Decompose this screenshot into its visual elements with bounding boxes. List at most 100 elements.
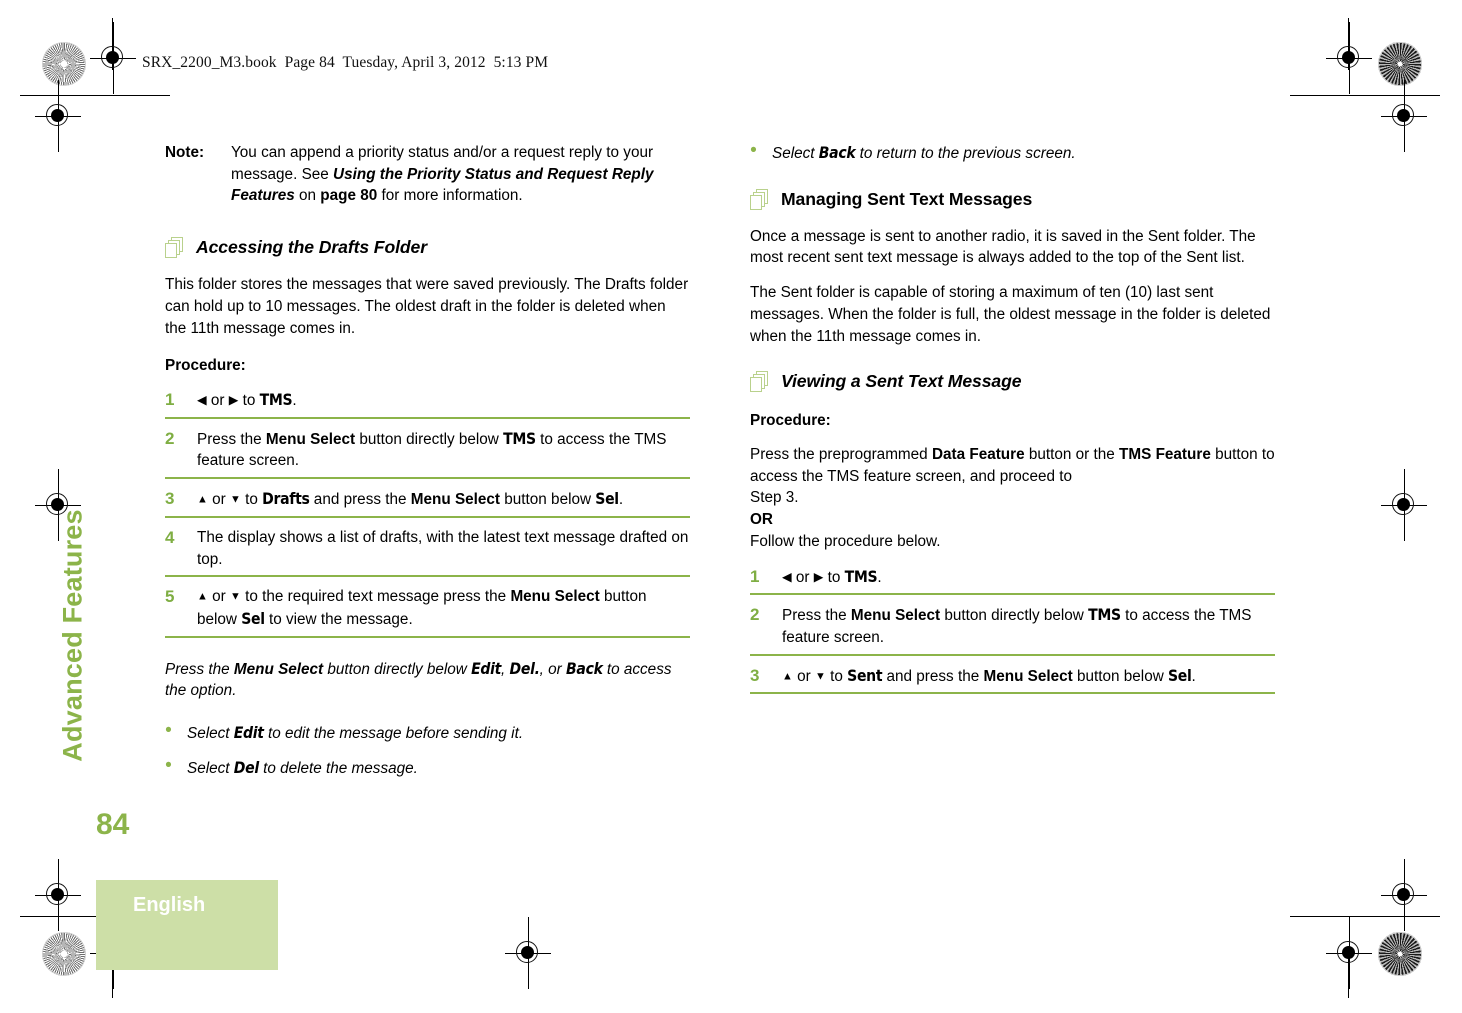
step-number: 2	[165, 428, 175, 448]
step-text-1: Press the	[782, 607, 851, 625]
step-text-2: .	[292, 392, 297, 409]
step-text-3: to view the message.	[264, 611, 413, 629]
left-column: Note: You can append a priority status a…	[165, 142, 690, 792]
button-name-menu-select: Menu Select	[850, 607, 941, 625]
registration-mark-bottom-center-left	[505, 917, 551, 989]
step-body: ◀ or ▶ to TMS.	[782, 566, 1275, 589]
bullet-item: • Select Edit to edit the message before…	[165, 721, 690, 745]
note-text-2: on	[294, 187, 321, 205]
bullet-body: Select Edit to edit the message before s…	[187, 722, 690, 745]
section-tab-label: Advanced Features	[57, 509, 88, 762]
step-row: 1 ◀ or ▶ to TMS.	[165, 389, 690, 419]
paragraph-press-menu-select: Press the Menu Select button directly be…	[165, 658, 690, 702]
step-row: 3 ▲ or ▼ to Sent and press the Menu Sele…	[750, 665, 1275, 695]
language-block: English	[96, 880, 278, 970]
trim-line-top-left-horizontal	[20, 95, 170, 97]
step-row: 2 Press the Menu Select button directly …	[750, 604, 1275, 656]
step-number: 1	[165, 390, 175, 409]
device-label-tms: TMS	[503, 429, 536, 448]
step-or-text: or	[792, 667, 815, 685]
stacked-pages-icon	[165, 237, 184, 259]
intro-or-label: OR	[750, 511, 773, 529]
step-text-2: and press the	[882, 667, 984, 685]
bullet-item: • Select Back to return to the previous …	[750, 140, 1275, 165]
device-label-del: Del	[233, 758, 259, 777]
button-name-menu-select: Menu Select	[265, 430, 356, 448]
device-label-sel: Sel	[595, 490, 619, 509]
running-header: SRX_2200_M3.book Page 84 Tuesday, April …	[142, 54, 549, 71]
arrow-up-icon: ▲	[782, 670, 793, 683]
step-text-1: to	[823, 568, 845, 586]
arrow-left-icon: ◀	[197, 393, 207, 407]
arrow-down-icon: ▼	[230, 590, 241, 603]
button-name-menu-select: Menu Select	[510, 588, 600, 606]
button-name-menu-select: Menu Select	[233, 660, 324, 678]
intro-follow-text: Follow the procedure below.	[750, 532, 941, 550]
step-text-1: to	[238, 392, 260, 409]
device-label-tms: TMS	[844, 567, 878, 586]
heading-text: Accessing the Drafts Folder	[196, 237, 427, 258]
paragraph-sent-folder-1: Once a message is sent to another radio,…	[750, 227, 1256, 267]
step-text-2: button directly below	[940, 607, 1089, 625]
press-text-3: ,	[501, 660, 510, 678]
registration-mark-bottom-right-outer	[1326, 917, 1372, 989]
step-or-text: or	[207, 588, 230, 606]
note-body: You can append a priority status and/or …	[231, 142, 690, 207]
device-label-del: Del.	[509, 659, 540, 678]
registration-mark-right-lower	[1381, 859, 1427, 931]
step-number: 4	[165, 527, 175, 547]
bullet-dot-icon: •	[165, 754, 172, 776]
language-label: English	[133, 894, 206, 916]
paragraph-sent-folder-2: The Sent folder is capable of storing a …	[750, 284, 1271, 345]
bullet-text-2: to delete the message.	[258, 759, 418, 777]
step-body: Press the Menu Select button directly be…	[782, 604, 1275, 648]
step-text-3: button below	[1072, 667, 1168, 685]
step-row: 3 ▲ or ▼ to Drafts and press the Menu Se…	[165, 488, 690, 518]
button-name-menu-select: Menu Select	[410, 491, 501, 509]
intro-text-2: button or the	[1024, 445, 1120, 463]
step-number: 2	[750, 605, 760, 625]
device-label-edit: Edit	[471, 659, 502, 678]
heading-accessing-drafts-folder: Accessing the Drafts Folder	[165, 235, 690, 260]
step-or-text: or	[207, 491, 230, 509]
step-row: 4 The display shows a list of drafts, wi…	[165, 527, 690, 578]
device-label-sel: Sel	[1168, 666, 1192, 685]
press-text-1: Press the	[165, 660, 234, 678]
step-number: 5	[165, 587, 175, 607]
button-name-tms-feature: TMS Feature	[1119, 445, 1211, 463]
step-text-2: button directly below	[355, 430, 504, 448]
bullet-text-1: Select	[772, 145, 819, 162]
step-body: ▲ or ▼ to the required text message pres…	[197, 586, 690, 630]
stacked-pages-icon	[750, 371, 769, 393]
trim-line-bottom-right-horizontal	[1290, 916, 1440, 918]
bullet-body: Select Back to return to the previous sc…	[772, 142, 1275, 165]
press-text-2: button directly below	[323, 660, 472, 678]
registration-mark-left-lower	[35, 859, 81, 931]
device-label-edit: Edit	[233, 724, 264, 743]
heading-text: Managing Sent Text Messages	[781, 188, 1033, 209]
note-page-reference: page 80	[320, 187, 378, 205]
trim-line-top-right-vertical	[1348, 18, 1350, 70]
bullet-dot-icon: •	[750, 140, 757, 161]
arrow-up-icon: ▲	[197, 590, 208, 603]
step-row: 2 Press the Menu Select button directly …	[165, 428, 690, 480]
bullet-body: Select Del to delete the message.	[187, 757, 690, 780]
note-block: Note: You can append a priority status a…	[165, 142, 690, 207]
heading-managing-sent-text-messages: Managing Sent Text Messages	[750, 187, 1275, 212]
resolution-target-bottom-left	[42, 932, 86, 976]
stacked-pages-icon	[750, 188, 769, 211]
trim-line-bottom-right-vertical	[1348, 946, 1350, 998]
resolution-target-bottom-right	[1378, 932, 1422, 976]
press-text-4: , or	[539, 660, 567, 678]
trim-line-top-left-vertical	[112, 18, 114, 70]
heading-text: Viewing a Sent Text Message	[781, 371, 1022, 392]
heading-viewing-sent-text-message: Viewing a Sent Text Message	[750, 369, 1275, 394]
step-number: 3	[165, 489, 175, 509]
trim-line-top-right-horizontal	[1290, 95, 1440, 97]
bullet-text-2: to return to the previous screen.	[855, 145, 1076, 162]
arrow-up-icon: ▲	[197, 493, 208, 506]
paragraph-intro-data-feature: Press the preprogrammed Data Feature but…	[750, 444, 1275, 553]
step-text-1: to	[825, 667, 848, 685]
device-label-tms: TMS	[1088, 606, 1121, 625]
step-text-4: .	[1191, 667, 1196, 685]
